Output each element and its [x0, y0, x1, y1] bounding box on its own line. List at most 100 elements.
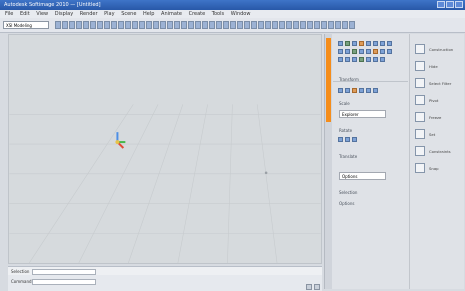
tool-pivot[interactable]: Pivot — [415, 95, 438, 105]
menu-display[interactable]: Display — [55, 11, 73, 17]
torus-icon[interactable] — [181, 21, 187, 29]
panel-icon[interactable] — [338, 137, 343, 142]
plane-icon[interactable] — [167, 21, 173, 29]
close-icon[interactable] — [455, 1, 463, 8]
menu-view[interactable]: View — [36, 11, 48, 17]
status-button-2[interactable] — [314, 284, 320, 290]
curves-icon[interactable] — [293, 21, 299, 29]
menu-window[interactable]: Window — [231, 11, 251, 17]
viewports-icon[interactable] — [349, 21, 355, 29]
menu-scene[interactable]: Scene — [121, 11, 136, 17]
null-icon[interactable] — [195, 21, 201, 29]
schematic-icon[interactable] — [328, 21, 334, 29]
panel-icon[interactable] — [373, 57, 378, 62]
command-field[interactable] — [32, 279, 96, 285]
panel-icon[interactable] — [387, 49, 392, 54]
deform-icon[interactable] — [209, 21, 215, 29]
tool-select-filter[interactable]: Select Filter — [415, 78, 451, 88]
poly-icon[interactable] — [139, 21, 145, 29]
panel-icon[interactable] — [380, 41, 385, 46]
panel-icon[interactable] — [352, 57, 357, 62]
menu-help[interactable]: Help — [143, 11, 154, 17]
scale-icon[interactable] — [76, 21, 82, 29]
cone-icon[interactable] — [160, 21, 166, 29]
menu-file[interactable]: File — [5, 11, 13, 17]
menu-animate[interactable]: Animate — [161, 11, 182, 17]
panel-icon[interactable] — [345, 88, 350, 93]
timeline-icon[interactable] — [279, 21, 285, 29]
weight-icon[interactable] — [258, 21, 264, 29]
menu-render[interactable]: Render — [80, 11, 98, 17]
status-button-1[interactable] — [306, 284, 312, 290]
panel-icon[interactable] — [338, 88, 343, 93]
panel-icon[interactable] — [345, 41, 350, 46]
panel-icon[interactable] — [373, 41, 378, 46]
panel-icon[interactable] — [359, 41, 364, 46]
particle-icon[interactable] — [216, 21, 222, 29]
panel-icon[interactable] — [345, 49, 350, 54]
panel-icon[interactable] — [352, 49, 357, 54]
tool-hide[interactable]: Hide — [415, 61, 438, 71]
menu-tools[interactable]: Tools — [212, 11, 224, 17]
hair-icon[interactable] — [230, 21, 236, 29]
panel-icon[interactable] — [352, 88, 357, 93]
script-icon[interactable] — [314, 21, 320, 29]
panel-icon[interactable] — [352, 137, 357, 142]
tool-snap[interactable]: Snap — [415, 163, 439, 173]
panel-icon[interactable] — [366, 41, 371, 46]
view-icon[interactable] — [97, 21, 103, 29]
light-icon[interactable] — [111, 21, 117, 29]
physics-icon[interactable] — [223, 21, 229, 29]
explorer-icon[interactable] — [335, 21, 341, 29]
animate-icon[interactable] — [272, 21, 278, 29]
tool-construction[interactable]: Construction — [415, 44, 453, 54]
grid-icon[interactable] — [118, 21, 124, 29]
panel-icon[interactable] — [345, 57, 350, 62]
curve-icon[interactable] — [132, 21, 138, 29]
select-icon[interactable] — [55, 21, 61, 29]
panel-icon[interactable] — [359, 49, 364, 54]
cloth-icon[interactable] — [237, 21, 243, 29]
cylinder-icon[interactable] — [174, 21, 180, 29]
lattice-icon[interactable] — [202, 21, 208, 29]
shape-icon[interactable] — [265, 21, 271, 29]
panel-icon[interactable] — [380, 57, 385, 62]
move-icon[interactable] — [62, 21, 68, 29]
3d-viewport[interactable] — [8, 34, 322, 264]
panel-icon[interactable] — [345, 137, 350, 142]
panel-icon[interactable] — [352, 41, 357, 46]
sphere-icon[interactable] — [146, 21, 152, 29]
maximize-icon[interactable] — [446, 1, 454, 8]
panel-icon[interactable] — [359, 88, 364, 93]
panel-icon[interactable] — [338, 57, 343, 62]
panel-icon[interactable] — [366, 88, 371, 93]
rotate-icon[interactable] — [69, 21, 75, 29]
dopesheet-icon[interactable] — [300, 21, 306, 29]
selection-field[interactable] — [32, 269, 96, 275]
render-icon[interactable] — [90, 21, 96, 29]
tool-set[interactable]: Set — [415, 129, 435, 139]
menu-edit[interactable]: Edit — [20, 11, 30, 17]
camera-icon[interactable] — [104, 21, 110, 29]
render-region-icon[interactable] — [342, 21, 348, 29]
panel-icon[interactable] — [338, 49, 343, 54]
panel-icon[interactable] — [366, 57, 371, 62]
skin-icon[interactable] — [251, 21, 257, 29]
text-icon[interactable] — [188, 21, 194, 29]
panel-icon[interactable] — [359, 57, 364, 62]
workspace-selector[interactable]: XSI Modeling — [3, 21, 49, 29]
cube-icon[interactable] — [153, 21, 159, 29]
menu-create[interactable]: Create — [189, 11, 206, 17]
options-field[interactable]: Options — [339, 172, 386, 180]
mixer-icon[interactable] — [307, 21, 313, 29]
bones-icon[interactable] — [244, 21, 250, 29]
panel-icon[interactable] — [380, 49, 385, 54]
menu-play[interactable]: Play — [104, 11, 114, 17]
explorer-field[interactable]: Explorer — [339, 110, 386, 118]
panel-icon[interactable] — [373, 49, 378, 54]
mesh-icon[interactable] — [125, 21, 131, 29]
keys-icon[interactable] — [286, 21, 292, 29]
tool-constraints[interactable]: Constraints — [415, 146, 451, 156]
panel-icon[interactable] — [387, 41, 392, 46]
browser-icon[interactable] — [321, 21, 327, 29]
